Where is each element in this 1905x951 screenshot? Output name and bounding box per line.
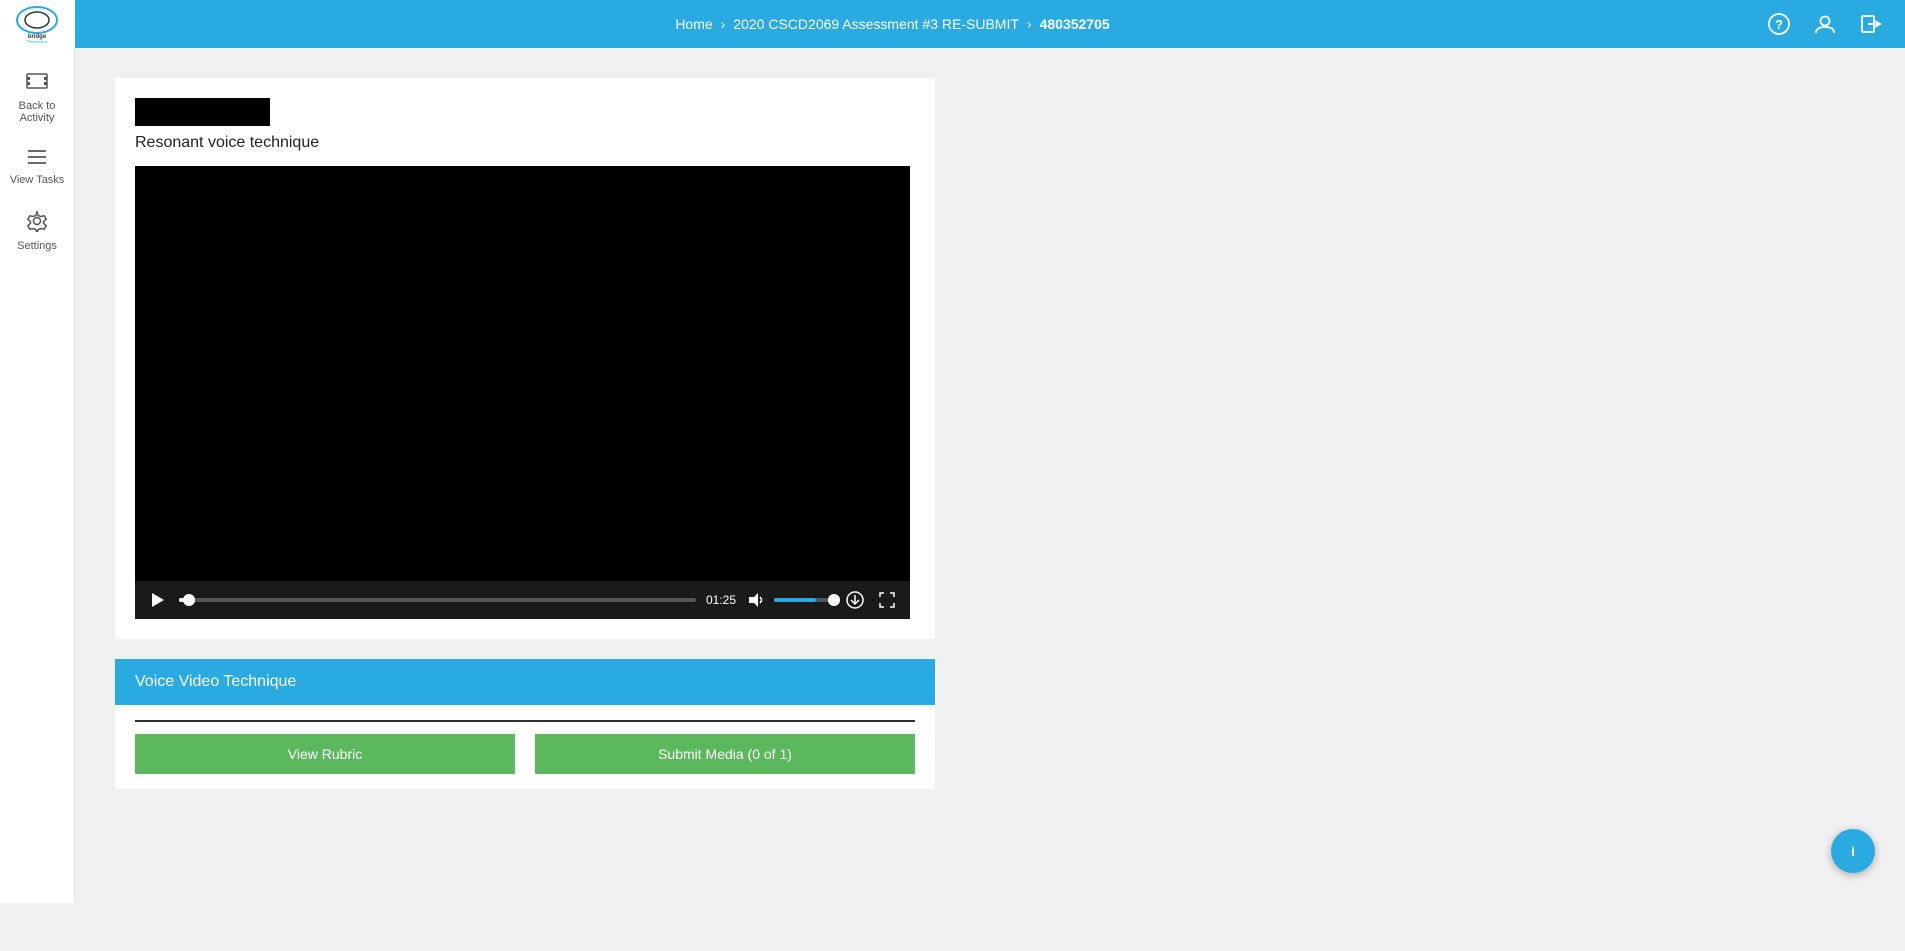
green-btn-row: View Rubric Submit Media (0 of 1) <box>135 734 915 774</box>
svg-text:?: ? <box>1775 17 1783 32</box>
help-icon[interactable]: ? <box>1765 10 1793 38</box>
breadcrumb-home[interactable]: Home <box>675 16 712 32</box>
logo: bridge 2practice <box>0 0 75 48</box>
volume-fill <box>774 598 816 602</box>
video-player: 01:25 <box>135 166 910 619</box>
view-tasks-label: View Tasks <box>10 174 65 186</box>
download-button[interactable] <box>844 589 866 611</box>
gear-icon <box>26 210 48 236</box>
submit-media-button[interactable]: Submit Media (0 of 1) <box>535 734 915 774</box>
divider <box>135 720 915 722</box>
sidebar: Back toActivity View Tasks Settings <box>0 48 75 903</box>
play-button[interactable] <box>147 589 169 611</box>
breadcrumb: Home › 2020 CSCD2069 Assessment #3 RE-SU… <box>20 16 1765 32</box>
logout-icon[interactable] <box>1857 10 1885 38</box>
video-title: Resonant voice technique <box>135 134 915 152</box>
volume-thumb <box>828 594 840 606</box>
film-icon <box>26 70 48 96</box>
sidebar-item-settings[interactable]: Settings <box>0 198 74 264</box>
time-display: 01:25 <box>706 593 736 607</box>
view-rubric-button[interactable]: View Rubric <box>135 734 515 774</box>
breadcrumb-sep1: › <box>721 16 726 32</box>
progress-bar[interactable] <box>179 598 696 602</box>
svg-text:2practice: 2practice <box>27 40 48 43</box>
vvt-body: View Rubric Submit Media (0 of 1) <box>115 705 935 789</box>
video-screen[interactable] <box>135 166 910 581</box>
settings-label: Settings <box>17 240 57 252</box>
top-nav: bridge 2practice Home › 2020 CSCD2069 As… <box>0 0 1905 48</box>
user-icon[interactable] <box>1811 10 1839 38</box>
mute-button[interactable] <box>746 589 768 611</box>
breadcrumb-id[interactable]: 480352705 <box>1040 16 1110 32</box>
sidebar-item-back-to-activity[interactable]: Back toActivity <box>0 58 74 136</box>
breadcrumb-sep2: › <box>1027 16 1032 32</box>
video-section: Resonant voice technique 01:25 <box>115 78 935 639</box>
sidebar-item-view-tasks[interactable]: View Tasks <box>0 136 74 198</box>
logo-svg: bridge 2practice <box>10 5 65 43</box>
redacted-title-bar <box>135 98 270 126</box>
fullscreen-button[interactable] <box>876 589 898 611</box>
progress-fill <box>179 598 189 602</box>
progress-thumb <box>183 594 195 606</box>
vvt-header: Voice Video Technique <box>115 659 935 705</box>
vvt-section: Voice Video Technique View Rubric Submit… <box>115 659 935 789</box>
fab-help-button[interactable]: i <box>1831 829 1875 873</box>
breadcrumb-course[interactable]: 2020 CSCD2069 Assessment #3 RE-SUBMIT <box>733 16 1019 32</box>
main-content: Resonant voice technique 01:25 <box>75 48 1905 903</box>
video-controls: 01:25 <box>135 581 910 619</box>
list-icon <box>26 148 48 170</box>
progress-container <box>179 598 696 602</box>
volume-section <box>746 589 834 611</box>
volume-bar[interactable] <box>774 598 834 602</box>
back-to-activity-label: Back toActivity <box>19 100 56 124</box>
svg-text:i: i <box>1851 843 1855 859</box>
nav-icons: ? <box>1765 10 1885 38</box>
